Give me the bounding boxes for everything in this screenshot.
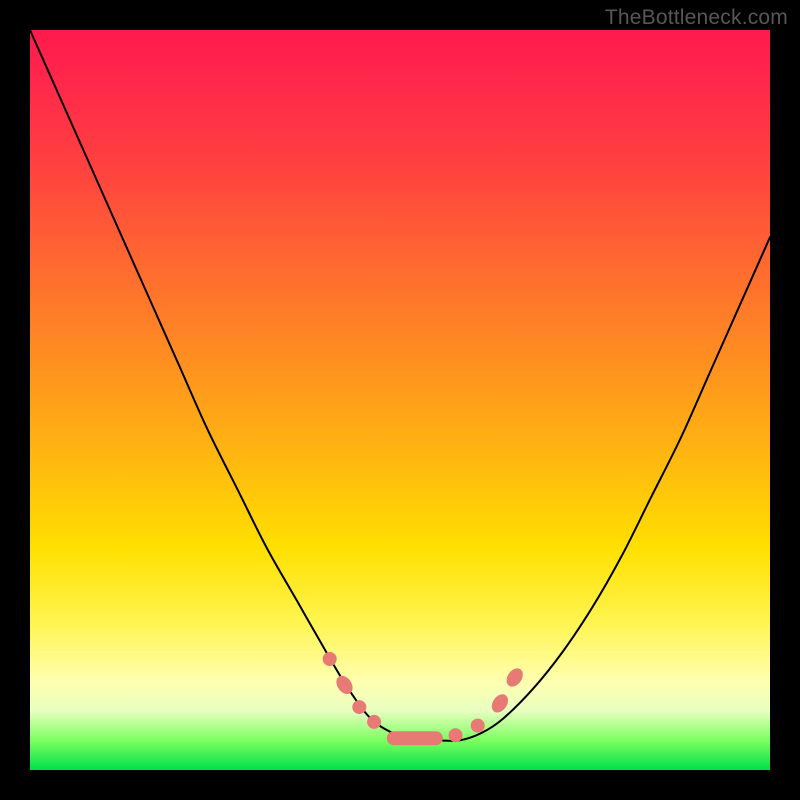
curve-marker xyxy=(323,652,337,666)
curve-markers xyxy=(323,652,526,745)
curve-marker xyxy=(503,665,526,689)
curve-marker xyxy=(387,731,443,745)
plot-area xyxy=(30,30,770,770)
source-watermark: TheBottleneck.com xyxy=(605,6,788,30)
bottleneck-curve xyxy=(30,30,770,741)
curve-marker xyxy=(471,719,485,733)
curve-marker xyxy=(352,700,366,714)
curve-marker xyxy=(488,691,511,715)
curve-marker xyxy=(367,715,381,729)
chart-svg xyxy=(30,30,770,770)
chart-frame: TheBottleneck.com xyxy=(0,0,800,800)
curve-marker xyxy=(449,728,463,742)
